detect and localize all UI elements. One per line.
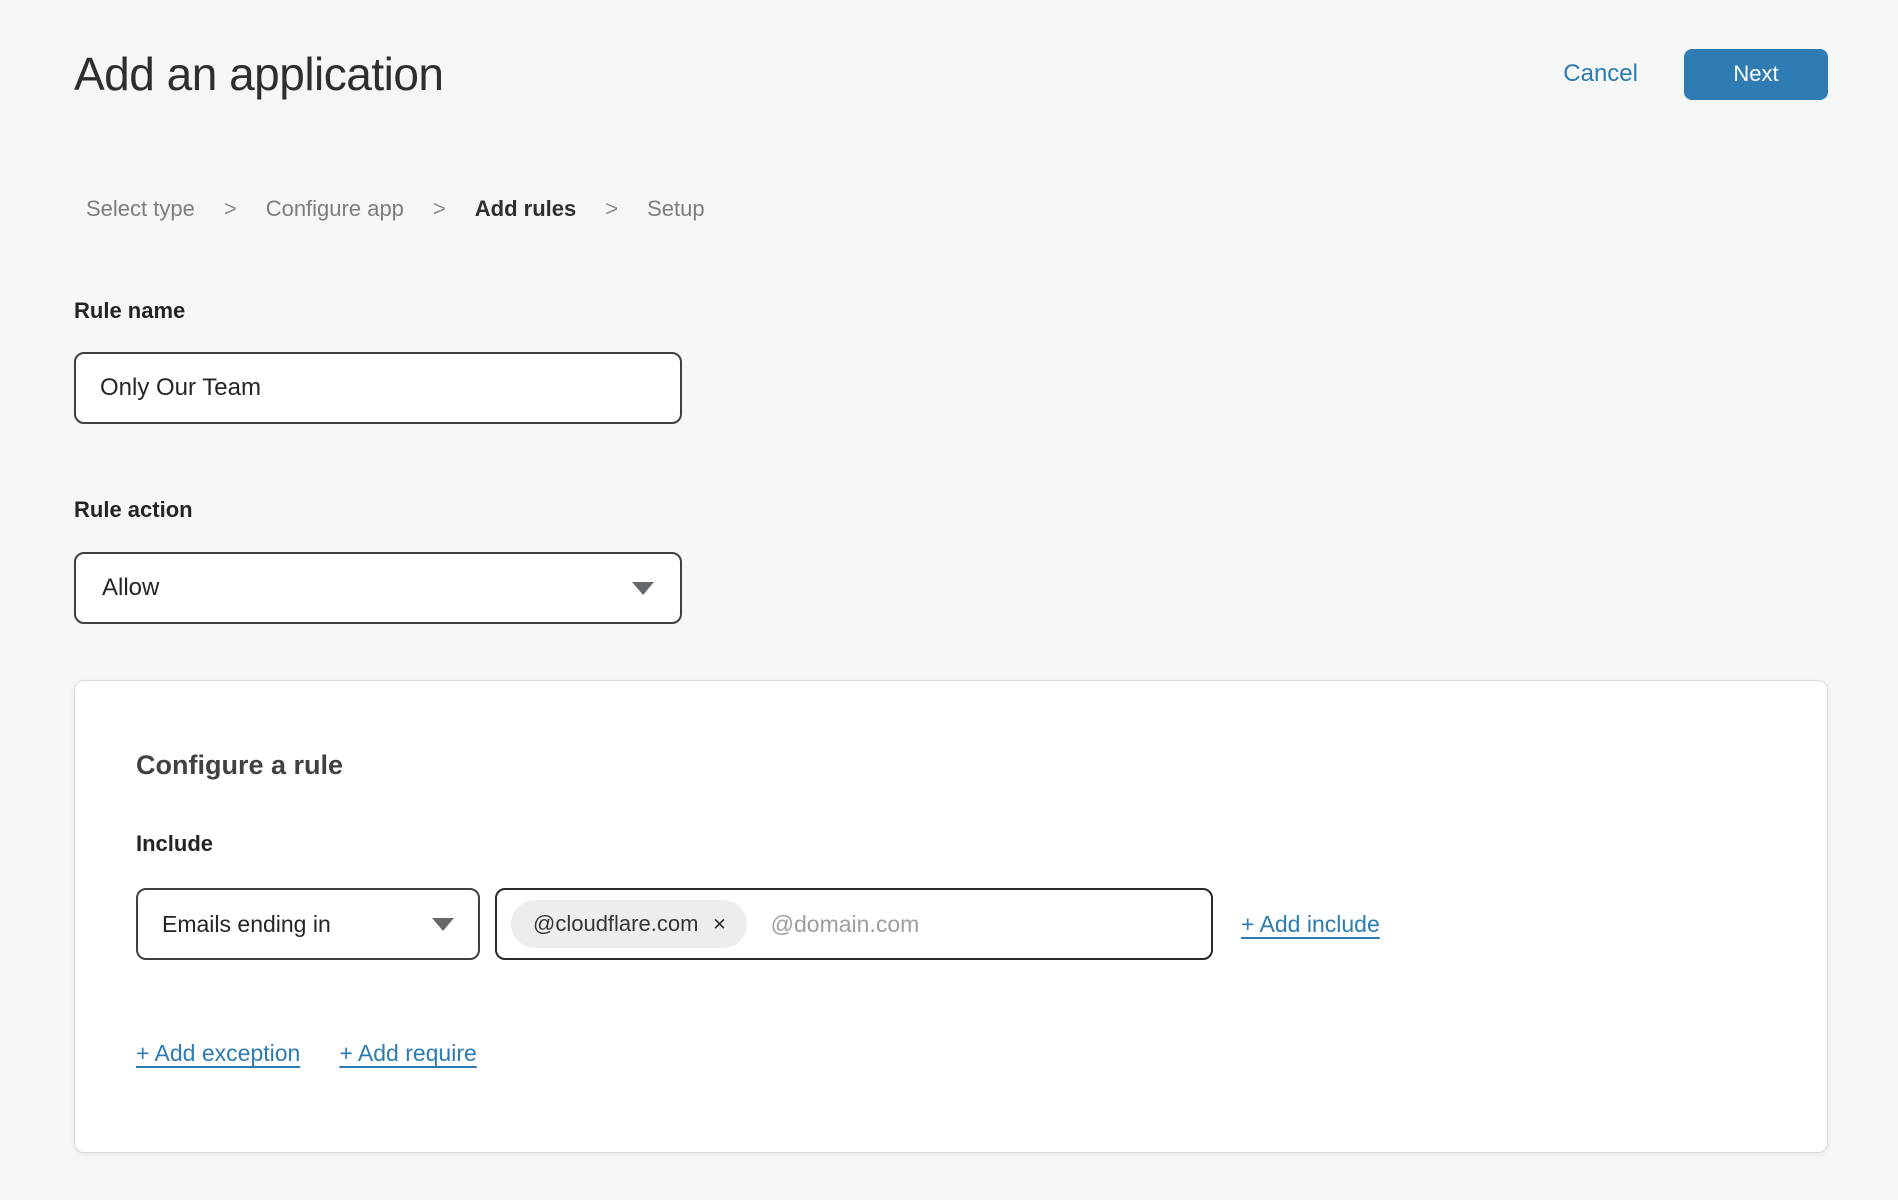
configure-rule-card: Configure a rule Include Emails ending i… bbox=[74, 680, 1828, 1153]
breadcrumb-separator-icon: > bbox=[433, 196, 446, 222]
breadcrumb-configure-app[interactable]: Configure app bbox=[266, 196, 404, 222]
add-include-link[interactable]: + Add include bbox=[1241, 911, 1380, 938]
rule-action-selected-value: Allow bbox=[102, 574, 159, 602]
breadcrumb-add-rules[interactable]: Add rules bbox=[475, 196, 576, 222]
page-header: Add an application Cancel Next bbox=[74, 44, 1828, 104]
configure-rule-title: Configure a rule bbox=[136, 749, 1767, 781]
add-exception-link[interactable]: + Add exception bbox=[136, 1040, 300, 1067]
rule-action-select[interactable]: Allow bbox=[74, 552, 682, 624]
page-title: Add an application bbox=[74, 44, 444, 104]
caret-down-icon bbox=[632, 582, 654, 595]
include-value-input[interactable]: @cloudflare.com ✕ bbox=[495, 888, 1213, 960]
include-selector-value: Emails ending in bbox=[162, 911, 331, 938]
add-require-link[interactable]: + Add require bbox=[339, 1040, 476, 1067]
rule-extra-links: + Add exception + Add require bbox=[136, 1040, 1767, 1067]
breadcrumb-setup[interactable]: Setup bbox=[647, 196, 705, 222]
domain-text-input[interactable] bbox=[771, 911, 1197, 938]
breadcrumb-select-type[interactable]: Select type bbox=[86, 196, 195, 222]
caret-down-icon bbox=[432, 918, 454, 931]
rule-name-input[interactable] bbox=[74, 352, 682, 424]
breadcrumb: Select type > Configure app > Add rules … bbox=[86, 196, 1828, 222]
next-button[interactable]: Next bbox=[1684, 49, 1828, 100]
rule-name-section: Rule name bbox=[74, 298, 1828, 424]
include-label: Include bbox=[136, 831, 1767, 857]
breadcrumb-separator-icon: > bbox=[605, 196, 618, 222]
breadcrumb-separator-icon: > bbox=[224, 196, 237, 222]
rule-name-label: Rule name bbox=[74, 298, 1828, 324]
add-application-page: Add an application Cancel Next Select ty… bbox=[0, 0, 1898, 1153]
chip-label: @cloudflare.com bbox=[533, 911, 698, 937]
email-domain-chip: @cloudflare.com ✕ bbox=[511, 900, 747, 948]
remove-chip-icon[interactable]: ✕ bbox=[712, 916, 726, 933]
include-selector-dropdown[interactable]: Emails ending in bbox=[136, 888, 480, 960]
include-rule-row: Emails ending in @cloudflare.com ✕ + Add… bbox=[136, 888, 1767, 960]
rule-action-section: Rule action Allow bbox=[74, 497, 1828, 624]
header-actions: Cancel Next bbox=[1563, 49, 1828, 100]
rule-action-label: Rule action bbox=[74, 497, 1828, 523]
cancel-button[interactable]: Cancel bbox=[1563, 60, 1638, 88]
